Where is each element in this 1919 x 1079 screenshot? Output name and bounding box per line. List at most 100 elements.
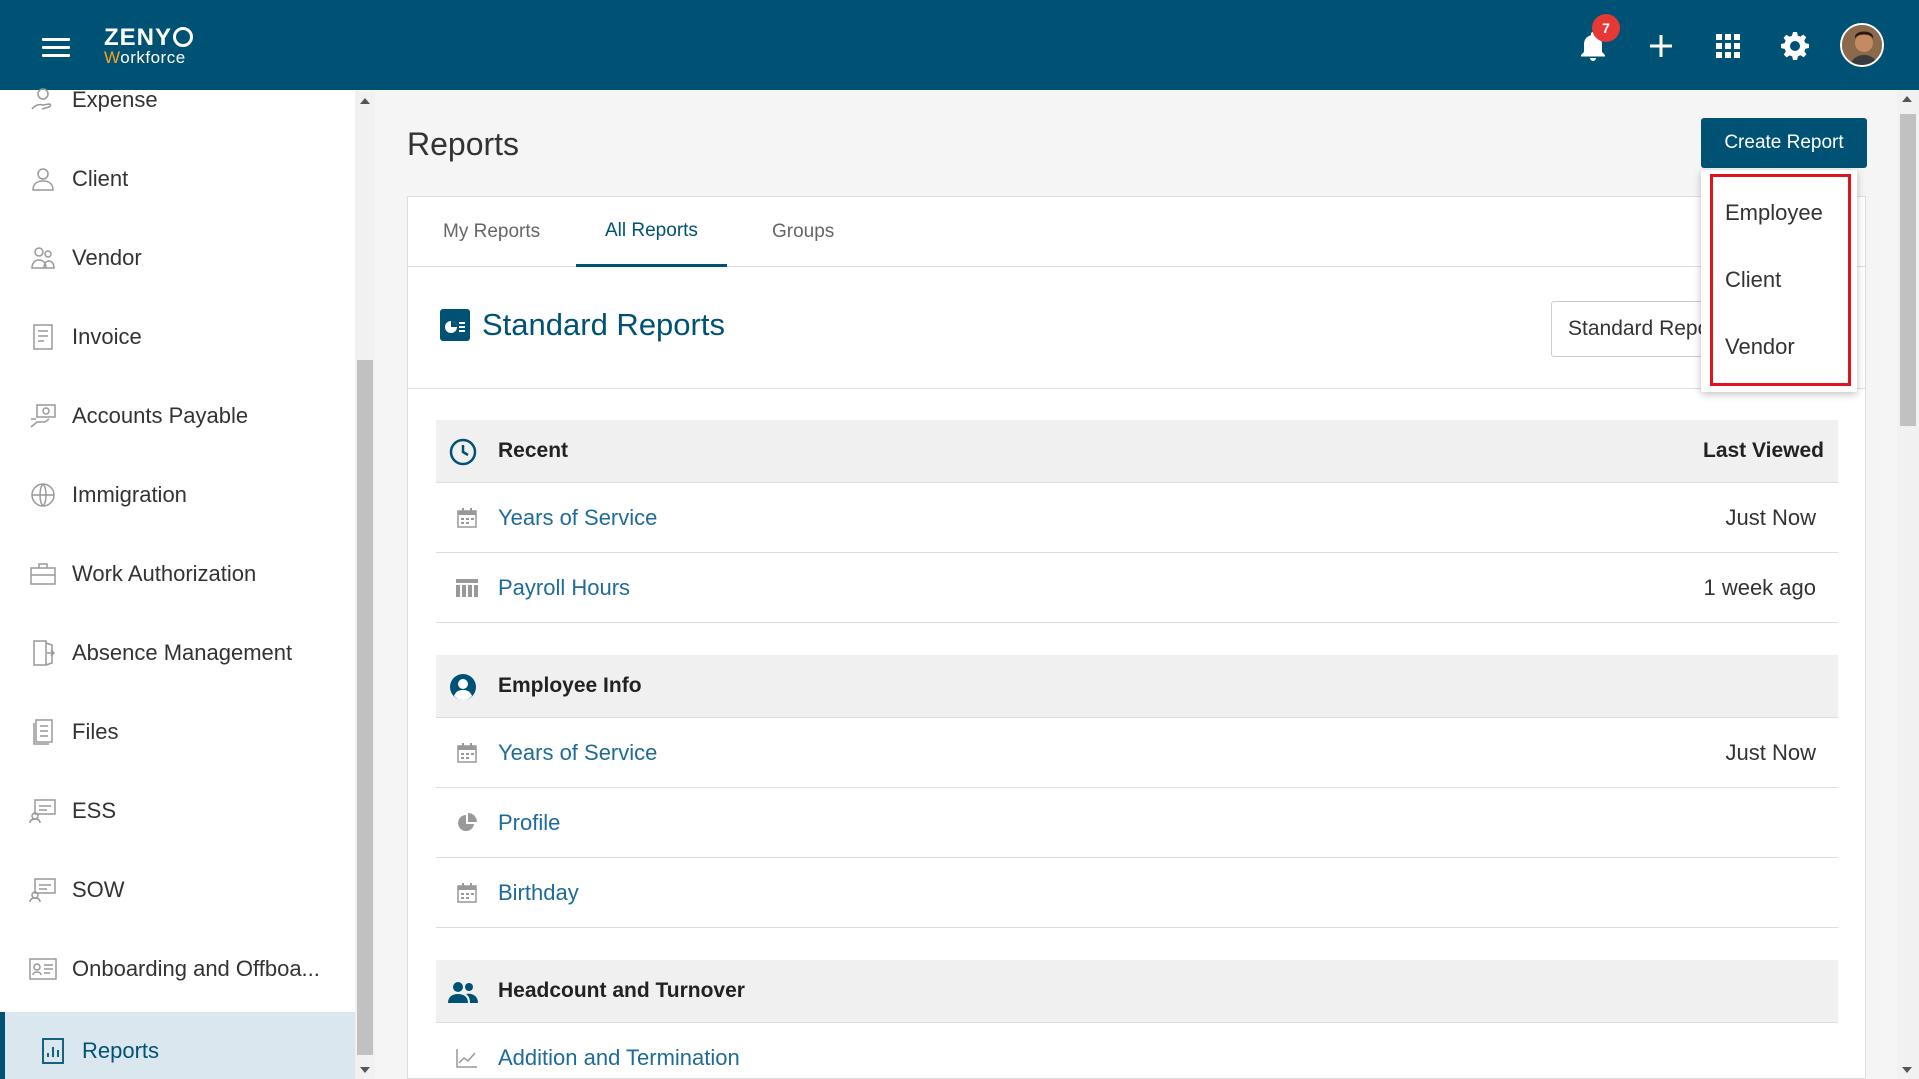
dropdown-item-client[interactable]: Client (1725, 267, 1781, 293)
sidebar-item-reports[interactable]: Reports (0, 1012, 355, 1079)
sidebar-item-ess[interactable]: ESS (0, 772, 355, 850)
sidebar-scrollbar-thumb[interactable] (357, 360, 373, 1055)
sow-icon (28, 875, 58, 905)
logo-text: ZENY (104, 24, 173, 51)
section-title: Recent (498, 439, 569, 462)
sidebar-item-absence-management[interactable]: Absence Management (0, 614, 355, 692)
report-link[interactable]: Addition and Termination (498, 1045, 740, 1071)
last-viewed-time: Just Now (1725, 739, 1816, 765)
sidebar-item-label: Immigration (72, 482, 187, 507)
sidebar-item-accounts-payable[interactable]: Accounts Payable (0, 377, 355, 455)
standard-reports-title: Standard Reports (482, 307, 725, 342)
sidebar-item-expense[interactable]: Expense (0, 61, 355, 139)
work-authorization-icon (28, 559, 58, 589)
logo-mark-icon (173, 27, 194, 47)
section-title: Employee Info (498, 674, 642, 697)
table-row: Addition and Termination (436, 1023, 1838, 1079)
sidebar-item-immigration[interactable]: Immigration (0, 456, 355, 534)
notification-count-badge: 7 (1592, 14, 1620, 42)
report-tabs: My Reports All Reports Groups (408, 197, 1865, 267)
last-viewed-time: 1 week ago (1703, 574, 1816, 600)
tab-groups[interactable]: Groups (772, 197, 834, 267)
sidebar-item-files[interactable]: Files (0, 693, 355, 771)
report-link[interactable]: Years of Service (498, 505, 657, 531)
table-row: Payroll Hours 1 week ago (436, 553, 1838, 623)
vendor-icon (28, 243, 58, 273)
clock-icon (448, 437, 478, 467)
sidebar-item-label: Expense (72, 87, 158, 112)
sidebar-item-label: Files (72, 719, 119, 744)
scroll-down-arrow-icon[interactable] (360, 1067, 370, 1073)
tab-all-reports[interactable]: All Reports (576, 197, 727, 267)
user-circle-icon (448, 672, 478, 702)
expense-icon (28, 85, 58, 115)
sidebar-item-client[interactable]: Client (0, 140, 355, 218)
report-link[interactable]: Payroll Hours (498, 575, 630, 601)
create-report-dropdown: Employee Client Vendor (1701, 170, 1857, 392)
scroll-up-arrow-icon[interactable] (360, 98, 370, 104)
sidebar-item-onboarding[interactable]: Onboarding and Offboa... (0, 930, 355, 1008)
calendar-icon (456, 508, 478, 528)
section-headcount-turnover: Headcount and Turnover (436, 960, 1838, 1023)
scroll-up-arrow-icon[interactable] (1902, 96, 1912, 102)
last-viewed-header: Last Viewed (1703, 439, 1824, 462)
scroll-down-arrow-icon[interactable] (1902, 1067, 1912, 1073)
standard-reports-header: Standard Reports Standard Reports (408, 267, 1865, 389)
sidebar-item-label: Absence Management (72, 640, 293, 665)
sidebar-item-label: Client (72, 166, 129, 191)
immigration-icon (28, 480, 58, 510)
zeny-workforce-logo[interactable]: ZENY Workforce (104, 24, 194, 66)
section-title: Headcount and Turnover (498, 979, 745, 1002)
onboarding-icon (28, 954, 58, 984)
user-avatar[interactable] (1840, 23, 1884, 67)
invoice-icon (28, 322, 58, 352)
sidebar-item-work-authorization[interactable]: Work Authorization (0, 535, 355, 613)
table-row: Years of Service Just Now (436, 718, 1838, 788)
standard-reports-icon (440, 309, 470, 341)
report-link[interactable]: Birthday (498, 880, 579, 906)
page-title: Reports (407, 126, 520, 162)
sidebar-item-label: Vendor (72, 245, 142, 270)
dropdown-item-employee[interactable]: Employee (1725, 200, 1823, 226)
absence-icon (28, 638, 58, 668)
reports-card: My Reports All Reports Groups Standard R… (407, 196, 1866, 1079)
ess-icon (28, 796, 58, 826)
create-report-button[interactable]: Create Report (1701, 118, 1867, 168)
calendar-icon (456, 883, 478, 903)
table-grid-icon (456, 578, 478, 598)
sidebar-item-invoice[interactable]: Invoice (0, 298, 355, 376)
files-icon (28, 717, 58, 747)
sidebar-item-label: Reports (82, 1038, 160, 1063)
table-row: Years of Service Just Now (436, 483, 1838, 553)
sidebar-item-vendor[interactable]: Vendor (0, 219, 355, 297)
section-recent: Recent Last Viewed (436, 420, 1838, 483)
sidebar: Expense Client Vendor Invoice Accounts P… (0, 87, 357, 1079)
reports-icon (38, 1036, 68, 1066)
sidebar-item-label: Onboarding and Offboa... (72, 956, 320, 981)
report-link[interactable]: Years of Service (498, 740, 657, 766)
last-viewed-time: Just Now (1725, 504, 1816, 530)
sidebar-item-label: Accounts Payable (72, 403, 249, 428)
sidebar-item-sow[interactable]: SOW (0, 851, 355, 929)
sidebar-scrollbar[interactable] (355, 92, 375, 1079)
main-scrollbar[interactable] (1897, 90, 1919, 1079)
tab-my-reports[interactable]: My Reports (443, 197, 540, 267)
accounts-payable-icon (28, 401, 58, 431)
pie-chart-icon (456, 813, 478, 833)
section-employee-info: Employee Info (436, 655, 1838, 718)
settings-gear-icon[interactable] (1775, 26, 1815, 66)
calendar-icon (456, 743, 478, 763)
sidebar-item-label: ESS (72, 798, 117, 823)
users-group-icon (448, 977, 478, 1007)
dropdown-item-vendor[interactable]: Vendor (1725, 334, 1795, 360)
sidebar-item-label: SOW (72, 877, 125, 902)
hamburger-menu-icon[interactable] (42, 38, 70, 58)
table-row: Birthday (436, 858, 1838, 928)
add-plus-icon[interactable] (1641, 26, 1681, 66)
main-scrollbar-thumb[interactable] (1900, 114, 1916, 426)
client-icon (28, 164, 58, 194)
table-row: Profile (436, 788, 1838, 858)
apps-grid-icon[interactable] (1708, 26, 1748, 66)
report-link[interactable]: Profile (498, 810, 560, 836)
sidebar-item-label: Invoice (72, 324, 142, 349)
